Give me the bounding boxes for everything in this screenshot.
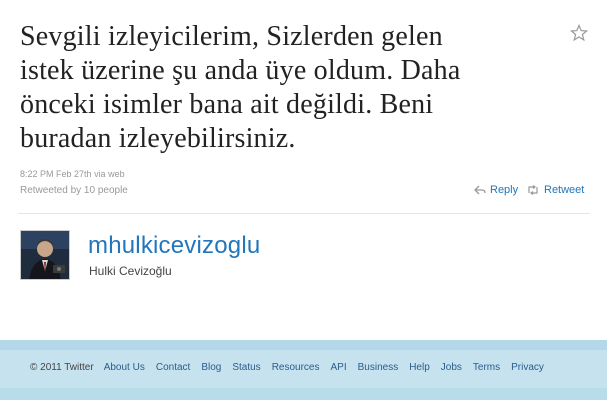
footer-link-contact[interactable]: Contact <box>156 362 190 373</box>
avatar[interactable] <box>20 230 70 280</box>
retweet-label: Retweet <box>544 184 585 196</box>
footer-link-privacy[interactable]: Privacy <box>511 362 544 373</box>
tweet-card: Sevgili izleyicilerim, Sizlerden gelen i… <box>0 0 607 340</box>
tweet-line: önceki isimler bana ait değildi. Beni <box>20 89 434 120</box>
retweet-button[interactable]: Retweet <box>526 184 584 196</box>
footer-link-api[interactable]: API <box>331 362 347 373</box>
reply-label: Reply <box>490 184 519 196</box>
full-name: Hulki Cevizoğlu <box>89 264 172 278</box>
footer-stripe <box>0 388 607 400</box>
timestamp-link[interactable]: 8:22 PM Feb 27th <box>20 169 92 179</box>
tweet-meta: 8:22 PM Feb 27th via web <box>20 169 125 179</box>
username-link[interactable]: mhulkicevizoglu <box>88 232 260 260</box>
footer-link-help[interactable]: Help <box>409 362 430 373</box>
tweet-line: istek üzerine şu anda üye oldum. Daha <box>20 55 461 86</box>
footer-stripe <box>0 340 607 350</box>
divider <box>18 213 590 214</box>
footer-link-status[interactable]: Status <box>232 362 260 373</box>
footer-link-blog[interactable]: Blog <box>201 362 221 373</box>
via-source: via web <box>94 169 125 179</box>
reply-icon <box>474 185 486 195</box>
footer-link-business[interactable]: Business <box>358 362 399 373</box>
tweet-line: buradan izleyebilirsiniz. <box>20 123 296 154</box>
footer-link-resources[interactable]: Resources <box>272 362 320 373</box>
copyright: © 2011 Twitter <box>30 361 94 373</box>
star-icon[interactable] <box>569 23 589 42</box>
footer-link-jobs[interactable]: Jobs <box>441 362 462 373</box>
reply-button[interactable]: Reply <box>474 184 518 196</box>
retweet-icon <box>528 185 538 195</box>
footer-link-about-us[interactable]: About Us <box>104 362 145 373</box>
retweeted-by-link[interactable]: Retweeted by 10 people <box>20 185 128 196</box>
footer-link-terms[interactable]: Terms <box>473 362 500 373</box>
tweet-text: Sevgili izleyicilerim, Sizlerden gelen i… <box>20 20 560 156</box>
tweet-line: Sevgili izleyicilerim, Sizlerden gelen <box>20 21 443 52</box>
footer-links: © 2011 Twitter About Us Contact Blog Sta… <box>30 360 555 374</box>
